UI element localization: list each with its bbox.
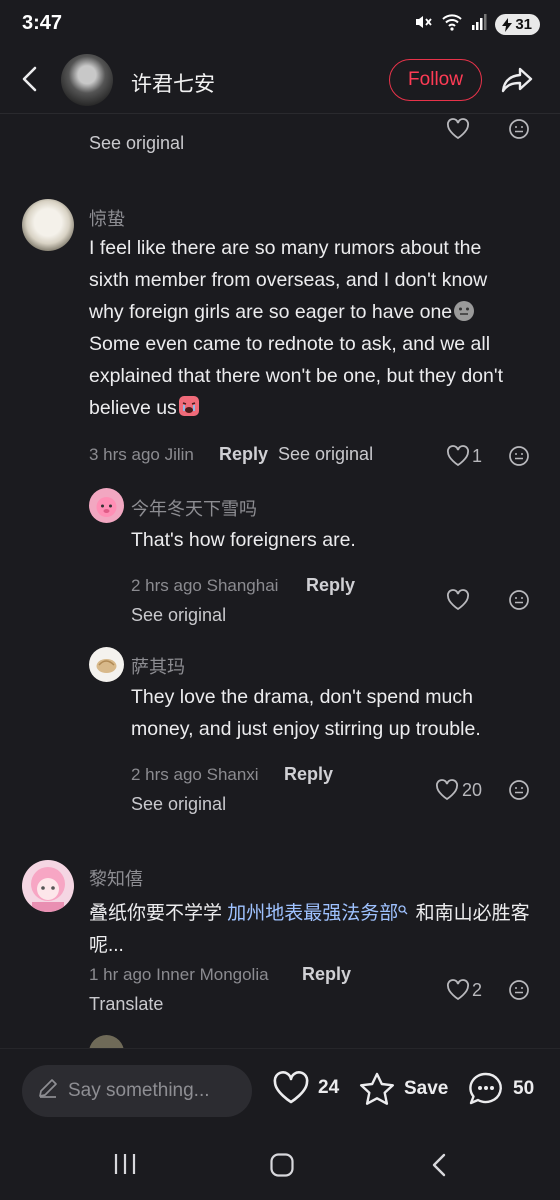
- author-avatar[interactable]: [61, 54, 113, 106]
- status-icons: 31: [413, 12, 540, 37]
- see-original-link[interactable]: See original: [131, 794, 226, 815]
- heart-icon[interactable]: [446, 979, 470, 1006]
- reply-button[interactable]: Reply: [284, 764, 333, 785]
- prev-comment-meta-fragment: [89, 115, 94, 123]
- emoji-react-icon[interactable]: [508, 979, 530, 1006]
- like-count: 2: [472, 980, 483, 1000]
- battery-level: 31: [515, 16, 532, 33]
- mute-icon: [413, 12, 433, 37]
- bottom-action-bar: Say something... 24 Save 50: [0, 1048, 560, 1134]
- status-bar: 3:47 31: [0, 0, 560, 50]
- comment-line: explained that there won't be one, but t…: [89, 365, 503, 387]
- reply-text: That's how foreigners are.: [131, 529, 356, 551]
- like-count: 1: [472, 446, 483, 466]
- prev-see-original-link[interactable]: See original: [89, 133, 184, 154]
- back-nav-icon: [432, 1153, 446, 1177]
- comment-meta: 1 hr ago Inner Mongolia: [89, 965, 269, 984]
- crying-emoji-icon: [177, 394, 201, 418]
- comment-line: believe us: [89, 392, 529, 424]
- comment-text: I feel like there are so many rumors abo…: [89, 232, 529, 424]
- battery-indicator: 31: [495, 14, 540, 35]
- reply-line: money, and just enjoy stirring up troubl…: [131, 718, 481, 740]
- reply-author[interactable]: 萨其玛: [131, 653, 185, 679]
- translate-link[interactable]: Translate: [89, 994, 163, 1015]
- heart-icon: [273, 1071, 309, 1104]
- header: 许君七安 Follow: [0, 50, 560, 114]
- author-name[interactable]: 许君七安: [131, 68, 215, 98]
- share-icon: [501, 67, 533, 93]
- doge-emoji-icon: [452, 299, 476, 321]
- reply-text: They love the drama, don't spend much mo…: [131, 681, 551, 745]
- like-count: 24: [318, 1077, 340, 1098]
- recent-apps-icon: [114, 1154, 136, 1174]
- emoji-react-icon[interactable]: [508, 779, 530, 806]
- reply-author[interactable]: 今年冬天下雪吗: [131, 495, 257, 521]
- share-button[interactable]: [500, 62, 536, 98]
- reply-avatar[interactable]: [89, 647, 124, 682]
- comment-text-part: 和南山必胜客: [410, 903, 530, 924]
- comment-line: sixth member from overseas, and I don't …: [89, 269, 488, 291]
- heart-icon[interactable]: [446, 445, 470, 472]
- comment-line: 呢...: [89, 935, 124, 956]
- like-count: 20: [462, 780, 483, 800]
- reply-button[interactable]: Reply: [302, 964, 351, 985]
- comment-line: I feel like there are so many rumors abo…: [89, 237, 482, 259]
- reply-avatar[interactable]: [89, 1035, 124, 1048]
- star-icon: [360, 1072, 394, 1105]
- emoji-react-icon[interactable]: [508, 118, 530, 145]
- follow-button[interactable]: Follow: [389, 59, 482, 101]
- comment-line: 叠纸你要不学学 加州地表最强法务部 和南山必胜客: [89, 894, 539, 930]
- home-icon: [270, 1153, 294, 1177]
- comment-line: why foreign girls are so eager to have o…: [89, 296, 529, 328]
- comments-feed[interactable]: See original 惊蛰 I feel like there are so…: [0, 115, 560, 1048]
- see-original-link[interactable]: See original: [131, 605, 226, 626]
- emoji-react-icon[interactable]: [508, 589, 530, 616]
- comment-text: 叠纸你要不学学 加州地表最强法务部 和南山必胜客 呢...: [89, 894, 539, 962]
- pencil-icon: [36, 1076, 60, 1106]
- like-post-button[interactable]: 24: [272, 1071, 339, 1105]
- comment-text-part: 叠纸你要不学学: [89, 903, 228, 924]
- comment-input-placeholder: Say something...: [68, 1080, 210, 1101]
- reply-button[interactable]: Reply: [219, 444, 268, 465]
- system-nav-bar: [0, 1134, 560, 1200]
- save-post-button[interactable]: Save: [358, 1071, 448, 1107]
- back-nav-button[interactable]: [428, 1152, 452, 1183]
- topic-link[interactable]: 加州地表最强法务部: [227, 903, 398, 924]
- comment-bubble-icon: [469, 1072, 502, 1105]
- home-button[interactable]: [269, 1152, 295, 1183]
- reply-line: They love the drama, don't spend much: [131, 686, 473, 708]
- wifi-icon: [441, 12, 463, 37]
- comments-button[interactable]: 50: [467, 1071, 534, 1107]
- heart-icon[interactable]: [446, 589, 470, 616]
- commenter-avatar[interactable]: [22, 860, 74, 912]
- signal-icon: [471, 13, 487, 36]
- emoji-react-icon[interactable]: [508, 445, 530, 472]
- see-original-link[interactable]: See original: [278, 444, 373, 465]
- comment-input[interactable]: Say something...: [22, 1065, 252, 1117]
- comment-author[interactable]: 惊蛰: [89, 205, 125, 231]
- status-time: 3:47: [22, 12, 63, 34]
- back-arrow-icon: [22, 66, 37, 92]
- comment-meta: 3 hrs ago Jilin: [89, 445, 194, 464]
- search-icon: [398, 894, 410, 926]
- commenter-avatar[interactable]: [22, 199, 74, 251]
- comment-line: Some even came to rednote to ask, and we…: [89, 333, 491, 355]
- reply-button[interactable]: Reply: [306, 575, 355, 596]
- reply-meta: 2 hrs ago Shanghai: [131, 576, 279, 595]
- comment-line-text: why foreign girls are so eager to have o…: [89, 301, 453, 323]
- comment-count: 50: [513, 1078, 535, 1099]
- comment-line-text: believe us: [89, 397, 177, 419]
- reply-avatar[interactable]: [89, 488, 124, 523]
- comment-author[interactable]: 黎知僖: [89, 865, 143, 891]
- reply-meta: 2 hrs ago Shanxi: [131, 765, 259, 784]
- heart-icon[interactable]: [435, 779, 459, 806]
- heart-icon[interactable]: [446, 118, 470, 145]
- save-label: Save: [404, 1078, 449, 1099]
- recent-apps-button[interactable]: [113, 1152, 137, 1181]
- back-button[interactable]: [14, 62, 48, 96]
